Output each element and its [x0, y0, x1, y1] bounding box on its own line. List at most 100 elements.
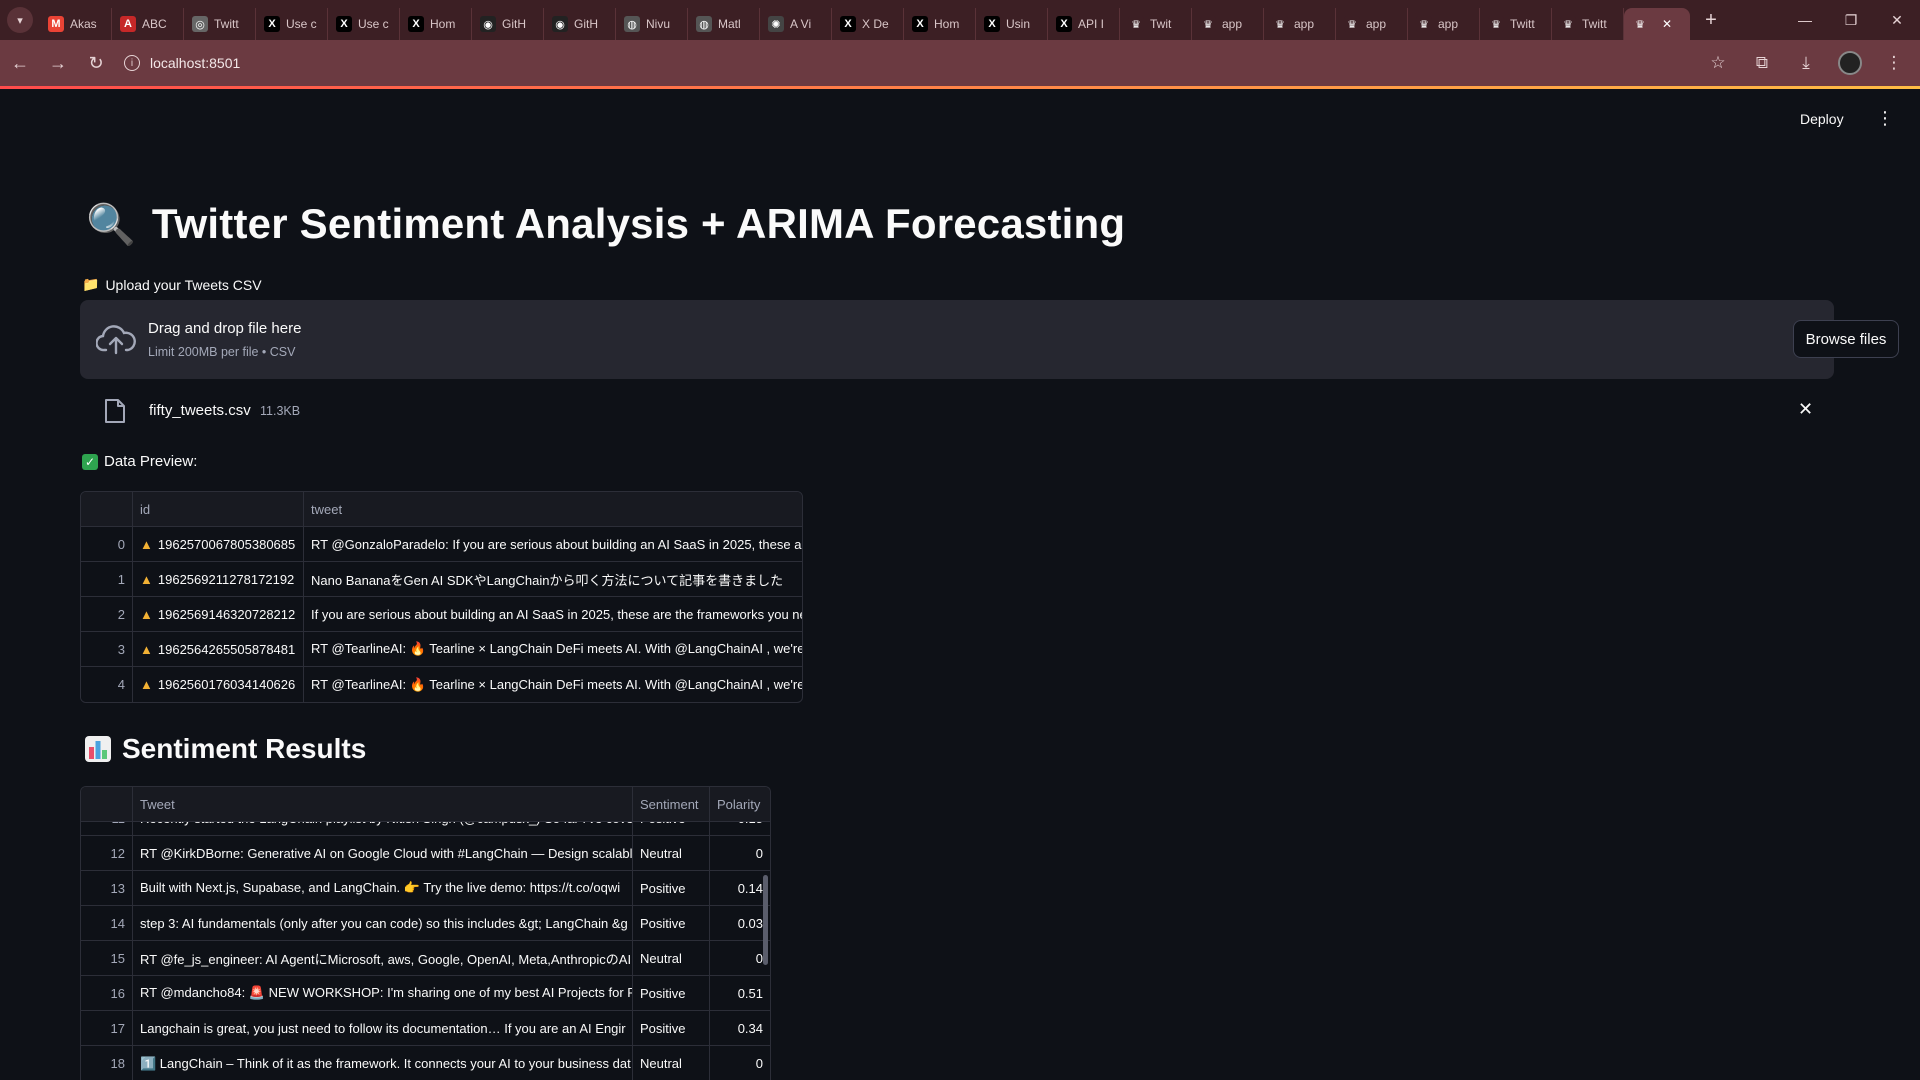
profile-avatar[interactable]: [1832, 45, 1868, 81]
id-cell[interactable]: ▲ 1962569211278172192: [133, 562, 304, 596]
bookmark-star-icon[interactable]: ☆: [1700, 45, 1736, 81]
back-icon[interactable]: ←: [2, 45, 38, 81]
table-row[interactable]: 0 ▲ 1962570067805380685 RT @GonzaloParadelo…: [81, 527, 802, 562]
sentiment-cell[interactable]: Positive: [633, 871, 710, 905]
tweet-cell[interactable]: RT @fe_js_engineer: AI AgentにMicrosoft, …: [133, 941, 633, 975]
table-row[interactable]: 1 ▲ 1962569211278172192 Nano BananaをGen AI …: [81, 562, 802, 597]
browser-tab[interactable]: M Akas: [40, 8, 112, 40]
restore-icon[interactable]: ❐: [1828, 0, 1874, 40]
site-info-icon[interactable]: i: [124, 55, 140, 71]
browser-tab[interactable]: ◍ Nivu: [616, 8, 688, 40]
browser-tab[interactable]: X Use c: [256, 8, 328, 40]
id-cell[interactable]: ▲ 1962560176034140626: [133, 667, 304, 702]
app-menu-icon[interactable]: ⋮: [1876, 108, 1894, 128]
table-row[interactable]: 2 ▲ 1962569146320728212 If you are serious …: [81, 597, 802, 632]
table-row[interactable]: 3 ▲ 1962564265505878481 RT @TearlineAI: 🔥 T…: [81, 632, 802, 667]
polarity-cell[interactable]: 0.15: [710, 822, 770, 835]
browser-tab[interactable]: X Hom: [904, 8, 976, 40]
browser-tab[interactable]: ♛ Twitt: [1552, 8, 1624, 40]
polarity-cell[interactable]: 0.34: [710, 1011, 770, 1045]
deploy-button[interactable]: Deploy: [1800, 111, 1844, 127]
column-header-tweet[interactable]: Tweet: [133, 787, 633, 821]
tweet-cell[interactable]: Nano BananaをGen AI SDKやLangChainから叩く方法につ…: [304, 562, 802, 596]
browser-tab[interactable]: X Use c: [328, 8, 400, 40]
forward-icon[interactable]: →: [40, 45, 76, 81]
browser-tab[interactable]: ✺ A Vi: [760, 8, 832, 40]
tweet-cell[interactable]: RT @KirkDBorne: Generative AI on Google …: [133, 836, 633, 870]
extensions-icon[interactable]: ⧉: [1744, 45, 1780, 81]
browser-tab[interactable]: ♛ app: [1408, 8, 1480, 40]
new-tab-button[interactable]: +: [1694, 9, 1728, 32]
sentiment-cell[interactable]: Positive: [633, 1011, 710, 1045]
browser-tab[interactable]: ◎ Twitt: [184, 8, 256, 40]
sentiment-cell[interactable]: Neutral: [633, 941, 710, 975]
table-row[interactable]: 13 Built with Next.js, Supabase, and Lang…: [81, 871, 770, 906]
close-tab-icon[interactable]: ✕: [1662, 17, 1672, 31]
tweet-cell[interactable]: 1️⃣ LangChain – Think of it as the frame…: [133, 1046, 633, 1080]
data-preview-table[interactable]: id tweet 0 ▲ 1962570067805380685 RT @Gonzal…: [80, 491, 803, 703]
tweet-cell[interactable]: Recently started the LangChain playlist …: [133, 822, 633, 835]
browser-tab[interactable]: X X De: [832, 8, 904, 40]
sentiment-cell[interactable]: Neutral: [633, 836, 710, 870]
tweet-cell[interactable]: RT @GonzaloParadelo: If you are serious …: [304, 527, 802, 561]
tweet-cell[interactable]: RT @mdancho84: 🚨 NEW WORKSHOP: I'm shari…: [133, 976, 633, 1010]
file-dropzone[interactable]: Drag and drop file here Limit 200MB per …: [80, 300, 1899, 379]
browser-tab[interactable]: ♛ app: [1336, 8, 1408, 40]
column-header-tweet[interactable]: tweet: [304, 492, 802, 526]
sentiment-cell[interactable]: Positive: [633, 822, 710, 835]
browser-tab[interactable]: ♛ Twit: [1120, 8, 1192, 40]
browser-tab[interactable]: ♛ Twitt: [1480, 8, 1552, 40]
browser-tab[interactable]: ◉ GitH: [544, 8, 616, 40]
browser-tab[interactable]: ♛ app: [1264, 8, 1336, 40]
browser-tab[interactable]: ♛ app: [1192, 8, 1264, 40]
sentiment-cell[interactable]: Positive: [633, 976, 710, 1010]
address-bar[interactable]: i localhost:8501: [124, 47, 1774, 79]
polarity-cell[interactable]: 0.03: [710, 906, 770, 940]
browser-tab[interactable]: X Usin: [976, 8, 1048, 40]
polarity-cell[interactable]: 0: [710, 941, 770, 975]
tab-search-button[interactable]: ▾: [0, 0, 40, 40]
browser-tab[interactable]: A ABC: [112, 8, 184, 40]
table-row[interactable]: 12 RT @KirkDBorne: Generative AI on Googl…: [81, 836, 770, 871]
polarity-cell[interactable]: 0.51: [710, 976, 770, 1010]
browser-menu-icon[interactable]: ⋮: [1876, 45, 1912, 81]
table-row[interactable]: 14 step 3: AI fundamentals (only after yo…: [81, 906, 770, 941]
column-header-sentiment[interactable]: Sentiment: [633, 787, 710, 821]
browser-tab[interactable]: X Hom: [400, 8, 472, 40]
table-row[interactable]: 11Recently started the LangChain playlis…: [81, 822, 770, 836]
sentiment-cell[interactable]: Positive: [633, 906, 710, 940]
remove-file-icon[interactable]: ✕: [1798, 399, 1813, 420]
sentiment-results-table[interactable]: Tweet Sentiment Polarity 11Recently star…: [80, 786, 771, 1080]
column-header-polarity[interactable]: Polarity: [710, 787, 770, 821]
polarity-cell[interactable]: 0: [710, 1046, 770, 1080]
polarity-cell[interactable]: 0.14: [710, 871, 770, 905]
close-window-icon[interactable]: ✕: [1874, 0, 1920, 40]
tweet-cell[interactable]: If you are serious about building an AI …: [304, 597, 802, 631]
tweet-cell[interactable]: RT @TearlineAI: 🔥 Tearline × LangChain D…: [304, 632, 802, 666]
results-scrollbar[interactable]: [763, 875, 768, 965]
tweet-cell[interactable]: RT @TearlineAI: 🔥 Tearline × LangChain D…: [304, 667, 802, 702]
tweet-cell[interactable]: Langchain is great, you just need to fol…: [133, 1011, 633, 1045]
tweet-cell[interactable]: Built with Next.js, Supabase, and LangCh…: [133, 871, 633, 905]
column-header-id[interactable]: id: [133, 492, 304, 526]
id-cell[interactable]: ▲ 1962570067805380685: [133, 527, 304, 561]
reload-icon[interactable]: ↻: [78, 45, 114, 81]
id-cell[interactable]: ▲ 1962569146320728212: [133, 597, 304, 631]
download-icon[interactable]: ⤓: [1788, 45, 1824, 81]
browser-tab[interactable]: X API I: [1048, 8, 1120, 40]
browser-tab[interactable]: ◉ GitH: [472, 8, 544, 40]
browser-tab[interactable]: ◍ Matl: [688, 8, 760, 40]
table-row[interactable]: 17 Langchain is great, you just need to f…: [81, 1011, 770, 1046]
browse-files-button[interactable]: Browse files: [1793, 320, 1899, 358]
id-cell[interactable]: ▲ 1962564265505878481: [133, 632, 304, 666]
polarity-cell[interactable]: 0: [710, 836, 770, 870]
table-row[interactable]: 15 RT @fe_js_engineer: AI AgentにMicrosoft…: [81, 941, 770, 976]
minimize-icon[interactable]: —: [1782, 0, 1828, 40]
table-row[interactable]: 16 RT @mdancho84: 🚨 NEW WORKSHOP: I'm sha…: [81, 976, 770, 1011]
tab-active[interactable]: ♛ ✕: [1624, 8, 1690, 40]
tweet-cell[interactable]: step 3: AI fundamentals (only after you …: [133, 906, 633, 940]
table-row[interactable]: 18 1️⃣ LangChain – Think of it as the fra…: [81, 1046, 770, 1080]
sentiment-cell[interactable]: Neutral: [633, 1046, 710, 1080]
table-row[interactable]: 4 ▲ 1962560176034140626 RT @TearlineAI: 🔥 T…: [81, 667, 802, 702]
results-table-body[interactable]: 11Recently started the LangChain playlis…: [81, 822, 770, 1080]
